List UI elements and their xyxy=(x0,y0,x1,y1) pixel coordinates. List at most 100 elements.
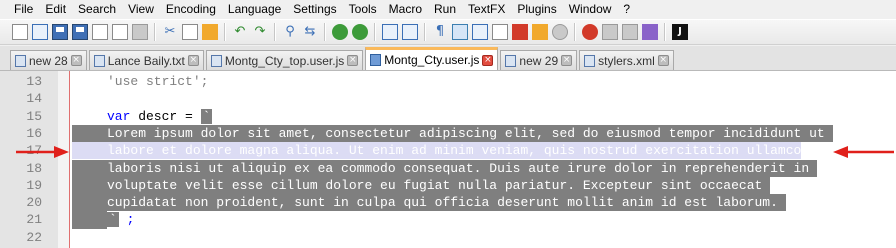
menu-search[interactable]: Search xyxy=(72,0,122,18)
menu-bar: File Edit Search View Encoding Language … xyxy=(0,0,896,18)
close-icon[interactable]: × xyxy=(187,55,199,66)
editor-line: 14 xyxy=(0,90,896,107)
save-all-icon[interactable] xyxy=(72,24,88,40)
play-macro-icon[interactable] xyxy=(602,24,618,40)
toolbar-separator xyxy=(424,23,426,41)
tab-bar: new 28 × Lance Baily.txt × Montg_Cty_top… xyxy=(0,46,896,71)
toolbar-separator xyxy=(574,23,576,41)
toolbar: ✂ ↶ ↷ ⚲ ⇆ ¶ J xyxy=(0,19,896,45)
monitor-icon[interactable] xyxy=(532,24,548,40)
undo-icon[interactable]: ↶ xyxy=(232,24,248,40)
redo-icon[interactable]: ↷ xyxy=(252,24,268,40)
menu-window[interactable]: Window xyxy=(563,0,618,18)
line-number: 20 xyxy=(26,195,42,211)
close-icon[interactable]: × xyxy=(657,55,669,66)
run-macro-multiple-icon[interactable] xyxy=(622,24,638,40)
menu-file[interactable]: File xyxy=(0,0,39,18)
new-file-icon[interactable] xyxy=(12,24,28,40)
menu-edit[interactable]: Edit xyxy=(39,0,72,18)
selection-lead xyxy=(72,211,107,229)
editor-line: 13 'use strict'; xyxy=(0,73,896,90)
close-icon[interactable] xyxy=(92,24,108,40)
editor-line: 21 ` ; xyxy=(0,211,896,229)
print-icon[interactable] xyxy=(132,24,148,40)
editor-line: 16 Lorem ipsum dolor sit amet, consectet… xyxy=(0,124,896,143)
tab-label: stylers.xml xyxy=(598,53,655,68)
open-file-icon[interactable] xyxy=(32,24,48,40)
stop-macro-icon[interactable] xyxy=(582,24,598,40)
tab-label: Montg_Cty_top.user.js xyxy=(224,53,345,68)
save-macro-icon[interactable] xyxy=(642,24,658,40)
toolbar-separator xyxy=(274,23,276,41)
selection-lead xyxy=(72,124,107,143)
menu-language[interactable]: Language xyxy=(222,0,287,18)
replace-icon[interactable]: ⇆ xyxy=(302,24,318,40)
menu-macro[interactable]: Macro xyxy=(383,0,428,18)
line-text: 'use strict'; xyxy=(107,74,209,89)
copy-icon[interactable] xyxy=(182,24,198,40)
jslint-icon[interactable]: J xyxy=(672,24,688,40)
tab-stylers-xml[interactable]: stylers.xml × xyxy=(579,50,674,70)
save-icon[interactable] xyxy=(52,24,68,40)
editor-pane[interactable]: 13 'use strict'; 14 15 var descr = ` 16 … xyxy=(0,71,896,248)
file-icon xyxy=(584,54,596,67)
file-icon xyxy=(370,54,382,66)
line-number: 16 xyxy=(26,125,42,141)
sync-scroll-icon[interactable] xyxy=(382,24,398,40)
paste-icon[interactable] xyxy=(202,24,218,40)
close-icon[interactable]: × xyxy=(561,55,573,66)
menu-run[interactable]: Run xyxy=(428,0,462,18)
editor-line: 19 voluptate velit esse cillum dolore eu… xyxy=(0,176,896,195)
selected-line-text: labore et dolore magna aliqua. Ut enim a… xyxy=(107,142,802,160)
tab-montg-cty[interactable]: Montg_Cty.user.js × xyxy=(365,47,499,70)
editor-line: 20 cupidatat non proident, sunt in culpa… xyxy=(0,194,896,212)
keyword: var xyxy=(107,108,131,124)
word-wrap-icon[interactable] xyxy=(402,24,418,40)
find-icon[interactable]: ⚲ xyxy=(282,24,298,40)
menu-help[interactable]: ? xyxy=(617,0,636,18)
selection-lead xyxy=(72,159,107,177)
selected-backtick: ` xyxy=(200,108,213,124)
tab-label: Montg_Cty.user.js xyxy=(384,53,480,67)
menu-textfx[interactable]: TextFX xyxy=(462,0,511,18)
tab-new-28[interactable]: new 28 × xyxy=(10,50,87,70)
indent-guide-icon[interactable] xyxy=(452,24,468,40)
zoom-out-icon[interactable] xyxy=(352,24,368,40)
function-list-icon[interactable] xyxy=(492,24,508,40)
close-icon[interactable]: × xyxy=(70,55,82,66)
line-number: 15 xyxy=(26,108,42,124)
tab-label: Lance Baily.txt xyxy=(107,53,185,68)
toolbar-separator xyxy=(324,23,326,41)
menu-encoding[interactable]: Encoding xyxy=(160,0,222,18)
line-number: 14 xyxy=(26,91,42,107)
selected-line-text: laboris nisi ut aliquip ex ea commodo co… xyxy=(107,159,818,177)
selection-lead xyxy=(72,194,107,212)
toolbar-separator xyxy=(154,23,156,41)
close-icon[interactable]: × xyxy=(347,55,359,66)
zoom-in-icon[interactable] xyxy=(332,24,348,40)
menu-view[interactable]: View xyxy=(122,0,160,18)
line-text: ` ; xyxy=(107,211,134,228)
tab-new-29[interactable]: new 29 × xyxy=(500,50,578,70)
toolbar-separator xyxy=(224,23,226,41)
selected-line-text: voluptate velit esse cillum dolore eu fu… xyxy=(107,176,771,195)
menu-settings[interactable]: Settings xyxy=(287,0,342,18)
code-token: ; xyxy=(118,212,135,228)
tab-montg-cty-top[interactable]: Montg_Cty_top.user.js × xyxy=(205,50,364,70)
file-icon xyxy=(15,54,26,67)
selected-line-text: cupidatat non proident, sunt in culpa qu… xyxy=(107,194,786,212)
folder-as-workspace-icon[interactable] xyxy=(512,24,528,40)
file-icon xyxy=(93,54,105,67)
line-number: 22 xyxy=(26,229,42,245)
menu-tools[interactable]: Tools xyxy=(343,0,383,18)
record-macro-icon[interactable] xyxy=(552,24,568,40)
line-number: 19 xyxy=(26,177,42,193)
close-all-icon[interactable] xyxy=(112,24,128,40)
code-token: descr = xyxy=(130,108,201,124)
close-icon[interactable]: × xyxy=(482,54,494,66)
tab-lance-baily[interactable]: Lance Baily.txt × xyxy=(88,50,204,70)
cut-icon[interactable]: ✂ xyxy=(162,24,178,40)
doc-map-icon[interactable] xyxy=(472,24,488,40)
menu-plugins[interactable]: Plugins xyxy=(511,0,562,18)
show-all-chars-icon[interactable]: ¶ xyxy=(432,24,448,40)
